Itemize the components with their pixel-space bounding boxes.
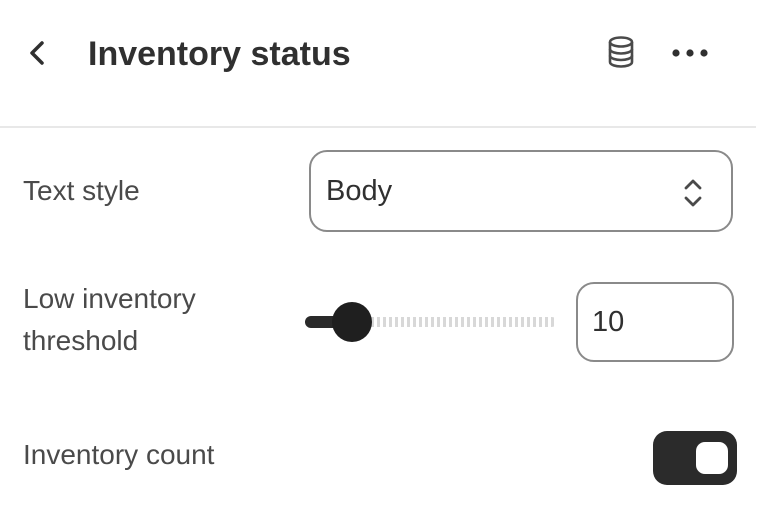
page-title: Inventory status xyxy=(88,35,351,73)
inventory-count-label: Inventory count xyxy=(23,439,215,470)
chevron-left-icon xyxy=(27,40,47,71)
chevron-up-down-icon xyxy=(681,176,705,210)
text-style-label: Text style xyxy=(23,175,140,206)
text-style-value: Body xyxy=(326,175,393,207)
toggle-knob xyxy=(696,442,728,474)
low-inventory-threshold-label-line2: threshold xyxy=(23,325,139,356)
inventory-count-toggle[interactable] xyxy=(653,431,737,485)
database-icon xyxy=(606,35,636,74)
low-inventory-threshold-slider[interactable] xyxy=(305,300,557,344)
low-inventory-threshold-input[interactable] xyxy=(576,282,734,362)
back-button[interactable] xyxy=(18,36,56,74)
ellipsis-icon xyxy=(670,45,710,63)
text-style-select[interactable]: Body xyxy=(309,150,733,232)
panel-header: Inventory status xyxy=(0,0,756,128)
slider-thumb[interactable] xyxy=(332,302,372,342)
more-actions-button[interactable] xyxy=(666,34,714,74)
metafield-source-button[interactable] xyxy=(601,34,641,74)
low-inventory-threshold-label: Low inventory threshold xyxy=(23,278,196,362)
low-inventory-threshold-label-line1: Low inventory xyxy=(23,283,196,314)
